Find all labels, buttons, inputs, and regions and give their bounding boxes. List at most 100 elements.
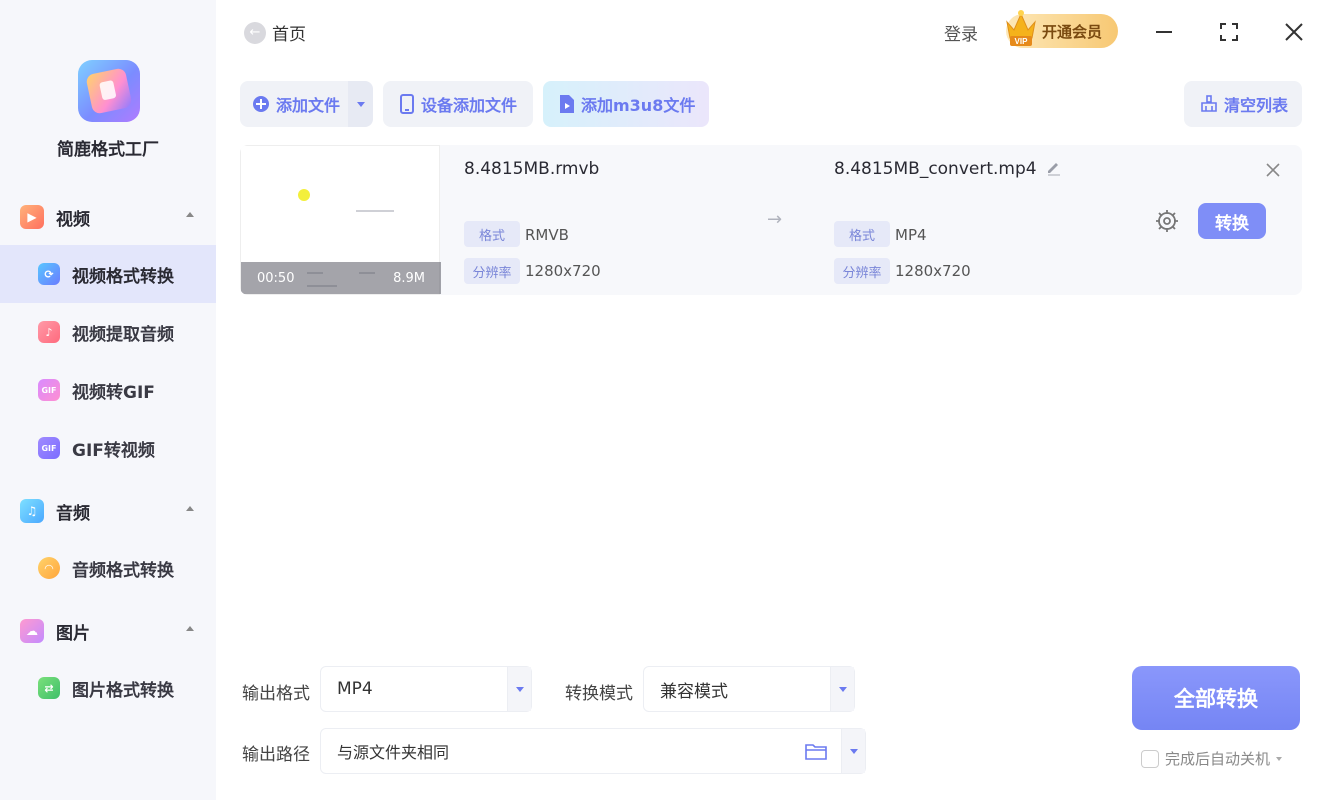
- add-file-dropdown[interactable]: [348, 81, 373, 127]
- image-icon: ☁: [20, 619, 44, 643]
- dropdown-icon[interactable]: [1276, 756, 1283, 761]
- thumbnail-cursor-dot: [298, 189, 310, 201]
- dropdown-icon: [356, 101, 365, 107]
- minimize-icon: [1156, 31, 1172, 33]
- remove-file-button[interactable]: [1265, 159, 1281, 183]
- add-file-button[interactable]: 添加文件: [240, 81, 348, 127]
- add-m3u8-label: 添加m3u8文件: [581, 96, 696, 115]
- add-file-label: 添加文件: [276, 96, 341, 115]
- dropdown-icon[interactable]: [841, 729, 865, 773]
- m3u8-file-icon: [559, 94, 575, 114]
- settings-gear-icon[interactable]: [1154, 208, 1180, 234]
- video-size: 8.9M: [393, 270, 425, 286]
- close-window-button[interactable]: [1280, 18, 1308, 46]
- app-name: 简鹿格式工厂: [57, 140, 159, 160]
- sidebar-item-extract-audio[interactable]: ♪ 视频提取音频: [0, 303, 216, 361]
- collapse-caret-icon[interactable]: [186, 506, 194, 511]
- dropdown-icon[interactable]: [830, 667, 854, 711]
- extract-audio-icon: ♪: [38, 321, 60, 343]
- resolution-tag: 分辨率: [834, 258, 890, 284]
- clear-list-label: 清空列表: [1224, 96, 1289, 115]
- thumbnail-info-bar: 00:50 8.9M: [241, 262, 441, 294]
- device-add-file-button[interactable]: 设备添加文件: [383, 81, 533, 127]
- close-icon: [1285, 23, 1303, 41]
- minimize-button[interactable]: [1150, 18, 1178, 46]
- group-label: 音频: [56, 503, 90, 524]
- login-link[interactable]: 登录: [944, 20, 978, 45]
- sidebar-item-video-convert[interactable]: ⟳ 视频格式转换: [0, 245, 216, 303]
- sidebar-group-audio[interactable]: ♫ 音频: [20, 498, 194, 524]
- sidebar: 简鹿格式工厂 ▶ 视频 ⟳ 视频格式转换 ♪ 视频提取音频 GIF 视频转GIF…: [0, 0, 216, 800]
- group-label: 图片: [56, 623, 90, 644]
- device-add-label: 设备添加文件: [421, 96, 518, 115]
- dropdown-icon[interactable]: [507, 667, 531, 711]
- sidebar-item-label: 视频格式转换: [72, 266, 174, 287]
- maximize-icon: [1220, 23, 1238, 41]
- sidebar-item-label: 音频格式转换: [72, 560, 174, 581]
- vip-crown-icon: VIP: [1006, 10, 1036, 46]
- broom-icon: [1200, 95, 1218, 113]
- add-m3u8-button[interactable]: 添加m3u8文件: [543, 81, 709, 127]
- video-duration: 00:50: [257, 270, 295, 286]
- sidebar-item-video-to-gif[interactable]: GIF 视频转GIF: [0, 361, 216, 419]
- convert-mode-label: 转换模式: [565, 684, 633, 704]
- file-row: 00:50 8.9M 8.4815MB.rmvb 格式 RMVB 分辨率 128…: [240, 145, 1302, 295]
- convert-mode-select[interactable]: 兼容模式: [643, 666, 855, 712]
- sidebar-group-video[interactable]: ▶ 视频: [20, 204, 194, 230]
- target-format: MP4: [895, 226, 927, 244]
- sidebar-item-gif-to-video[interactable]: GIF GIF转视频: [0, 419, 216, 477]
- group-label: 视频: [56, 209, 90, 230]
- back-label: 首页: [272, 25, 306, 45]
- app-logo: [78, 60, 140, 122]
- video-thumbnail[interactable]: 00:50 8.9M: [240, 145, 441, 295]
- output-format-select[interactable]: MP4: [320, 666, 532, 712]
- sidebar-group-image[interactable]: ☁ 图片: [20, 618, 194, 644]
- phone-icon: [399, 94, 415, 114]
- close-icon: [1266, 163, 1280, 177]
- clear-list-button[interactable]: 清空列表: [1184, 81, 1302, 127]
- folder-icon[interactable]: [805, 742, 827, 760]
- convert-mode-value: 兼容模式: [660, 681, 728, 702]
- video-to-gif-icon: GIF: [38, 379, 60, 401]
- output-format-label: 输出格式: [242, 684, 310, 704]
- output-path-label: 输出路径: [242, 745, 310, 765]
- output-format-value: MP4: [337, 679, 373, 699]
- auto-shutdown-checkbox[interactable]: [1141, 749, 1159, 768]
- add-circle-icon: [252, 95, 270, 113]
- convert-button[interactable]: 转换: [1198, 203, 1266, 239]
- output-path-field[interactable]: 与源文件夹相同: [320, 728, 866, 774]
- format-tag: 格式: [464, 221, 520, 247]
- sidebar-item-audio-convert[interactable]: ◠ 音频格式转换: [0, 539, 216, 597]
- source-format: RMVB: [525, 226, 569, 244]
- audio-icon: ♫: [20, 499, 44, 523]
- video-convert-icon: ⟳: [38, 263, 60, 285]
- sidebar-item-label: GIF转视频: [72, 440, 155, 461]
- sidebar-item-label: 图片格式转换: [72, 680, 174, 701]
- svg-text:VIP: VIP: [1015, 37, 1029, 46]
- collapse-caret-icon[interactable]: [186, 626, 194, 631]
- sidebar-item-label: 视频提取音频: [72, 324, 174, 345]
- video-icon: ▶: [20, 205, 44, 229]
- gif-to-video-icon: GIF: [38, 437, 60, 459]
- convert-all-button[interactable]: 全部转换: [1132, 666, 1300, 730]
- output-path-value: 与源文件夹相同: [337, 743, 450, 762]
- sidebar-item-label: 视频转GIF: [72, 382, 155, 403]
- collapse-caret-icon[interactable]: [186, 212, 194, 217]
- source-resolution: 1280x720: [525, 262, 601, 280]
- auto-shutdown-option[interactable]: 完成后自动关机: [1141, 748, 1283, 769]
- arrow-right-icon: →: [767, 209, 783, 230]
- sidebar-item-image-convert[interactable]: ⇄ 图片格式转换: [0, 659, 216, 717]
- edit-pencil-icon[interactable]: [1046, 160, 1062, 176]
- back-arrow-icon: ←: [244, 21, 266, 44]
- format-tag: 格式: [834, 221, 890, 247]
- resolution-tag: 分辨率: [464, 258, 520, 284]
- vip-label: 开通会员: [1042, 22, 1103, 41]
- back-home-link[interactable]: ← 首页: [244, 20, 306, 45]
- source-file-name: 8.4815MB.rmvb: [464, 159, 600, 179]
- image-convert-icon: ⇄: [38, 677, 60, 699]
- maximize-button[interactable]: [1215, 18, 1243, 46]
- audio-convert-icon: ◠: [38, 557, 60, 579]
- auto-shutdown-label: 完成后自动关机: [1165, 750, 1271, 768]
- target-resolution: 1280x720: [895, 262, 971, 280]
- target-file-name[interactable]: 8.4815MB_convert.mp4: [834, 159, 1062, 179]
